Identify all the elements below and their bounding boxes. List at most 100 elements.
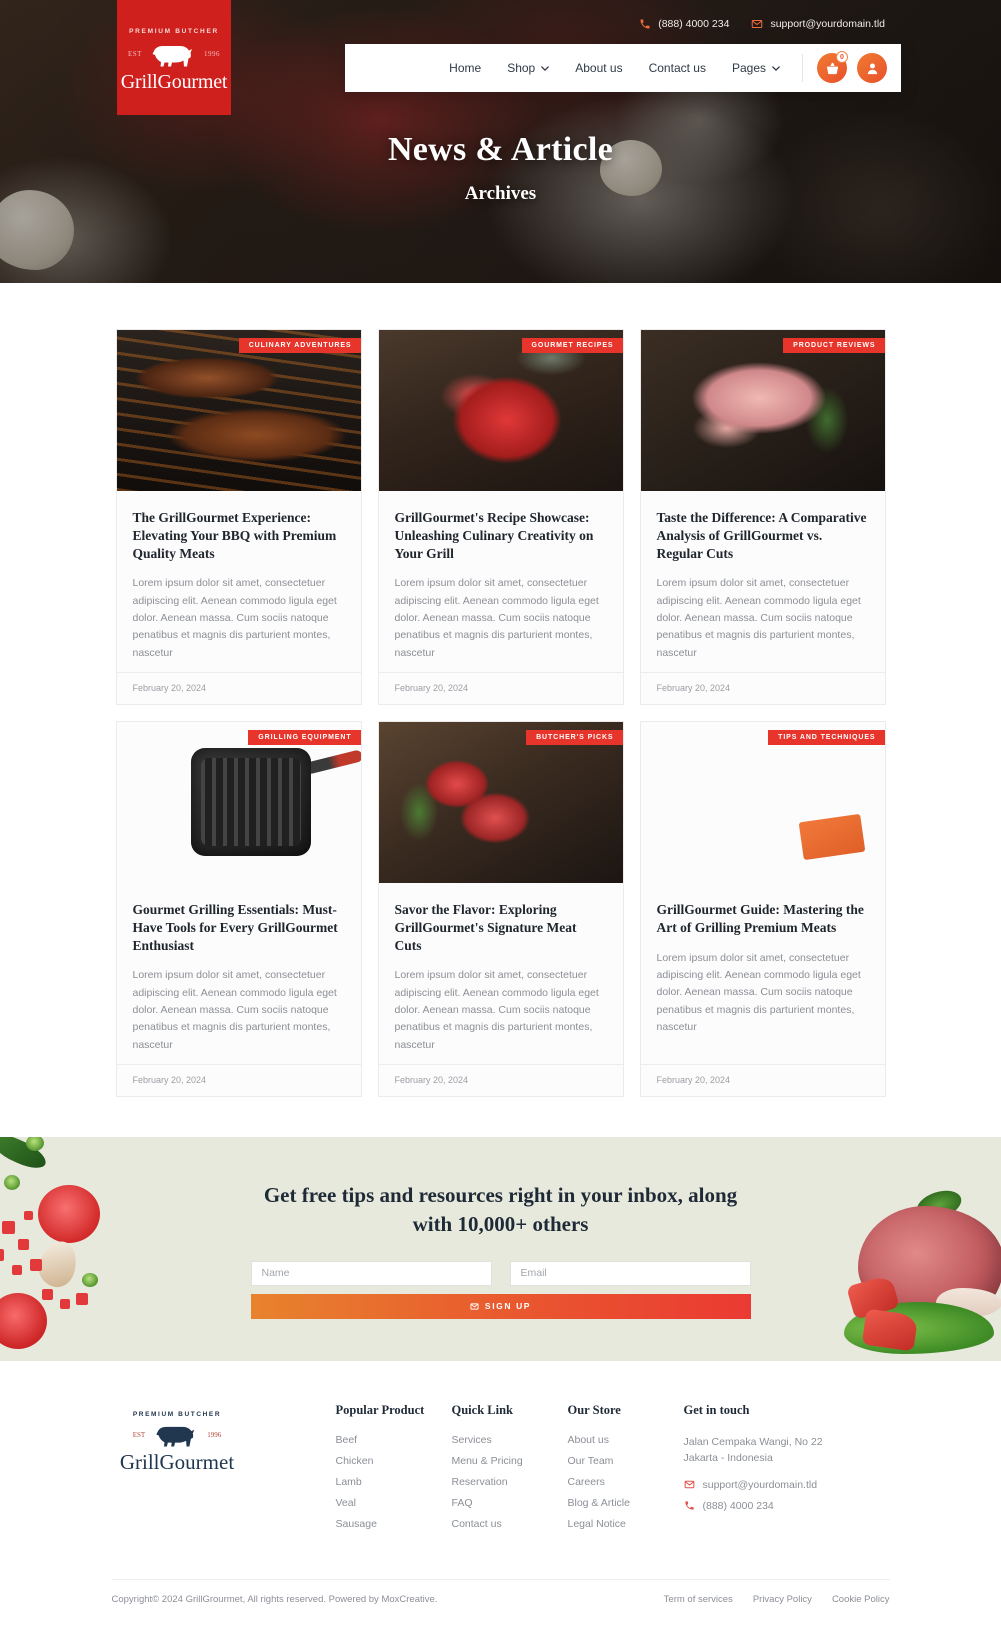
footer-link-veal[interactable]: Veal — [336, 1497, 452, 1509]
site-logo[interactable]: PREMIUM BUTCHER EST 1996 GrillGourmet — [117, 0, 231, 115]
blog-card[interactable]: BUTCHER'S PICKS Savor the Flavor: Explor… — [377, 721, 624, 1097]
blog-card-title[interactable]: Taste the Difference: A Comparative Anal… — [657, 509, 869, 562]
legal-link-cookie-policy[interactable]: Cookie Policy — [832, 1594, 890, 1605]
vegetables-decoration — [0, 1137, 164, 1349]
blog-card[interactable]: PRODUCT REVIEWS Taste the Difference: A … — [639, 329, 886, 705]
blog-card-category-badge[interactable]: GRILLING EQUIPMENT — [248, 730, 361, 745]
pan-handle-shape — [303, 749, 361, 775]
copyright-text: Copyright© 2024 GrillGrourmet, All right… — [111, 1594, 438, 1605]
footer-logo-premium-label: PREMIUM BUTCHER — [132, 1411, 222, 1418]
blog-card[interactable]: CULINARY ADVENTURES The GrillGourmet Exp… — [115, 329, 362, 705]
blog-card[interactable]: GOURMET RECIPES GrillGourmet's Recipe Sh… — [377, 329, 624, 705]
account-button[interactable] — [857, 53, 887, 83]
tomato-dice-shape — [76, 1293, 88, 1305]
chevron-down-icon — [772, 65, 780, 71]
blog-card-category-badge[interactable]: BUTCHER'S PICKS — [526, 730, 623, 745]
cow-icon — [156, 1426, 195, 1447]
pan-body-shape — [190, 748, 311, 856]
legal-link-privacy-policy[interactable]: Privacy Policy — [753, 1594, 812, 1605]
footer-email[interactable]: support@yourdomain.tld — [684, 1479, 854, 1491]
blog-card[interactable]: GRILLING EQUIPMENT Gourmet Grilling Esse… — [115, 721, 362, 1097]
cow-icon — [152, 45, 192, 66]
blog-card-category-badge[interactable]: GOURMET RECIPES — [521, 338, 623, 353]
nav-item-home[interactable]: Home — [449, 61, 481, 75]
footer-logo[interactable]: PREMIUM BUTCHER EST 1996 GrillGourmet — [106, 1403, 336, 1475]
topbar-email[interactable]: support@yourdomain.tld — [751, 18, 885, 30]
blog-card-title[interactable]: Savor the Flavor: Exploring GrillGourmet… — [395, 901, 607, 954]
blog-card-body: GrillGourmet Guide: Mastering the Art of… — [641, 883, 885, 1064]
nav-item-contact-us[interactable]: Contact us — [649, 61, 706, 75]
newsletter-title: Get free tips and resources right in you… — [263, 1183, 738, 1236]
footer-link-menu-pricing[interactable]: Menu & Pricing — [452, 1455, 568, 1467]
footer-email-text: support@yourdomain.tld — [702, 1478, 818, 1491]
footer-phone-text: (888) 4000 234 — [702, 1499, 774, 1512]
blog-card-image — [378, 330, 623, 491]
nav-divider — [802, 54, 803, 82]
newsletter-signup-label: SIGN UP — [484, 1301, 532, 1312]
topbar-email-text: support@yourdomain.tld — [770, 18, 885, 30]
footer-link-about-us[interactable]: About us — [568, 1434, 684, 1446]
phone-icon — [640, 19, 650, 29]
nav-item-shop[interactable]: Shop — [507, 61, 550, 75]
footer-address-line-2: Jakarta - Indonesia — [683, 1452, 773, 1465]
footer-link-beef[interactable]: Beef — [336, 1434, 452, 1446]
blog-card-excerpt: Lorem ipsum dolor sit amet, consectetuer… — [656, 577, 861, 659]
footer-link-legal-notice[interactable]: Legal Notice — [568, 1518, 684, 1530]
topbar-phone-text: (888) 4000 234 — [658, 18, 730, 30]
newsletter-email-input[interactable] — [509, 1260, 751, 1286]
tomato-dice-shape — [18, 1239, 29, 1250]
blog-card-image-wrap: BUTCHER'S PICKS — [378, 722, 623, 883]
footer-link-reservation[interactable]: Reservation — [452, 1476, 568, 1488]
footer-link-our-team[interactable]: Our Team — [568, 1455, 684, 1467]
blog-card-category-badge[interactable]: TIPS AND TECHNIQUES — [768, 730, 885, 745]
nav-item-pages[interactable]: Pages — [732, 61, 780, 75]
blog-card[interactable]: TIPS AND TECHNIQUES GrillGourmet Guide: … — [639, 721, 886, 1097]
envelope-icon — [684, 1480, 694, 1489]
legal-link-term-of-services[interactable]: Term of services — [664, 1594, 733, 1605]
newsletter-name-input[interactable] — [250, 1260, 492, 1286]
footer-link-sausage[interactable]: Sausage — [336, 1518, 452, 1530]
footer-link-lamb[interactable]: Lamb — [336, 1476, 452, 1488]
tomato-half-shape — [0, 1293, 47, 1349]
nav-item-shop-label: Shop — [507, 61, 536, 75]
topbar-phone[interactable]: (888) 4000 234 — [639, 18, 729, 30]
footer-link-blog-article[interactable]: Blog & Article — [568, 1497, 684, 1509]
footer-phone[interactable]: (888) 4000 234 — [684, 1500, 854, 1512]
user-avatar-icon — [867, 63, 877, 74]
blog-card-title[interactable]: Gourmet Grilling Essentials: Must-Have T… — [133, 901, 345, 954]
blog-card-title[interactable]: The GrillGourmet Experience: Elevating Y… — [133, 509, 345, 562]
blog-card-body: Savor the Flavor: Exploring GrillGourmet… — [379, 883, 623, 1064]
blog-card-excerpt: Lorem ipsum dolor sit amet, consectetuer… — [132, 969, 337, 1051]
pan-ridges-shape — [200, 758, 301, 846]
footer-link-faq[interactable]: FAQ — [452, 1497, 568, 1509]
page-subtitle: Archives — [464, 182, 537, 204]
footer-column-heading: Our Store — [567, 1403, 621, 1417]
shopping-basket-icon — [826, 62, 838, 74]
site-footer: PREMIUM BUTCHER EST 1996 GrillGourmet Po… — [0, 1361, 1001, 1625]
blog-card-category-badge[interactable]: PRODUCT REVIEWS — [783, 338, 885, 353]
blog-card-title[interactable]: GrillGourmet Guide: Mastering the Art of… — [657, 901, 869, 937]
newsletter-fields — [250, 1260, 751, 1286]
blog-card-category-badge[interactable]: CULINARY ADVENTURES — [238, 338, 361, 353]
cart-button[interactable]: 0 — [817, 51, 848, 83]
nav-item-about-us[interactable]: About us — [575, 61, 622, 75]
footer-column-heading: Popular Product — [335, 1403, 425, 1417]
footer-link-chicken[interactable]: Chicken — [336, 1455, 452, 1467]
footer-link-services[interactable]: Services — [452, 1434, 568, 1446]
footer-link-careers[interactable]: Careers — [568, 1476, 684, 1488]
tomato-dice-shape — [2, 1221, 15, 1234]
footer-column-heading: Get in touch — [683, 1403, 750, 1417]
blog-card-excerpt: Lorem ipsum dolor sit amet, consectetuer… — [132, 577, 337, 659]
nav-item-home-label: Home — [449, 61, 482, 75]
blog-card-title[interactable]: GrillGourmet's Recipe Showcase: Unleashi… — [395, 509, 607, 562]
tomato-dice-shape — [30, 1259, 42, 1271]
blog-card-date: February 20, 2024 — [640, 672, 885, 704]
newsletter-signup-button[interactable]: SIGN UP — [250, 1293, 751, 1319]
footer-column-our-store: Our Store About us Our Team Careers Blog… — [568, 1403, 684, 1539]
footer-logo-year-label: 1996 — [207, 1431, 222, 1439]
blog-grid: CULINARY ADVENTURES The GrillGourmet Exp… — [115, 329, 886, 1097]
footer-columns: PREMIUM BUTCHER EST 1996 GrillGourmet Po… — [106, 1403, 896, 1539]
footer-column-popular-product: Popular Product Beef Chicken Lamb Veal S… — [336, 1403, 452, 1539]
jalapeno-slice-shape — [82, 1273, 98, 1287]
footer-link-contact-us[interactable]: Contact us — [452, 1518, 568, 1530]
